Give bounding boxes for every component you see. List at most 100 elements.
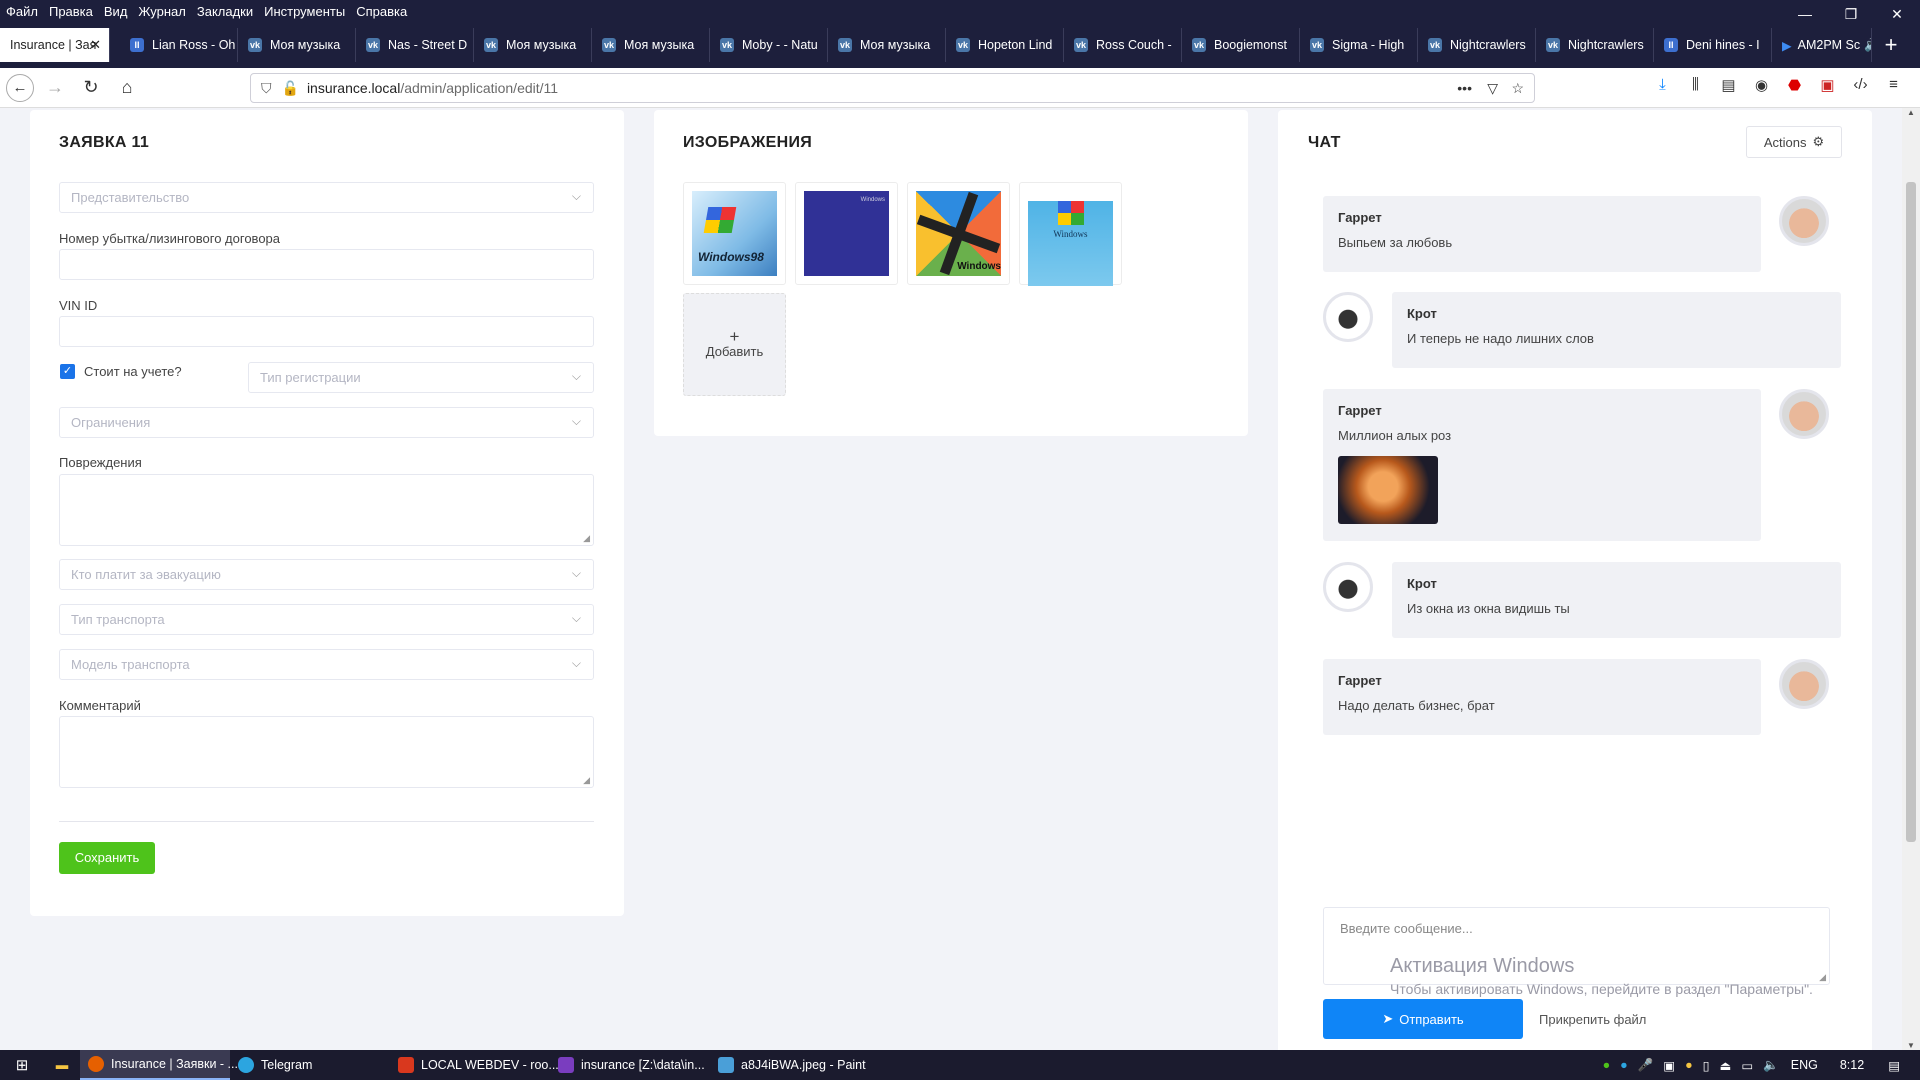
new-tab-icon[interactable]: + (1872, 28, 1910, 62)
taskbar-item[interactable]: Insurance | Заявки - ... (80, 1050, 238, 1080)
resize-grip-icon[interactable]: ◢ (1819, 972, 1826, 983)
tray-mic-icon[interactable]: 🎤 (1638, 1058, 1654, 1073)
start-icon[interactable]: ⊞ (0, 1050, 44, 1080)
representation-select[interactable]: Представительство ⌵ (59, 182, 594, 213)
pause-icon: II (1664, 38, 1678, 52)
close-tab-icon[interactable]: ✕ (90, 37, 101, 53)
contract-input[interactable] (59, 249, 594, 280)
menu-help[interactable]: Справка (356, 4, 407, 19)
usb-icon[interactable]: ⏏ (1720, 1058, 1732, 1073)
tray-telegram-icon[interactable]: ● (1620, 1058, 1628, 1072)
clock[interactable]: 8:12 (1840, 1058, 1864, 1072)
tray-check-icon[interactable]: ● (1603, 1058, 1611, 1072)
browser-tab[interactable]: vk Моя музыка (238, 28, 356, 62)
scroll-thumb[interactable] (1906, 182, 1916, 842)
thumb-caption: Windows98 (698, 250, 764, 264)
browser-tab[interactable]: vk Sigma - High (1300, 28, 1418, 62)
tray-app-icon[interactable]: ● (1685, 1058, 1693, 1072)
image-thumb[interactable]: Windows (1019, 182, 1122, 286)
adblock-icon[interactable]: ⬣ (1778, 76, 1811, 94)
windows31-image: Windows (1028, 201, 1113, 286)
account-icon[interactable]: ◉ (1745, 76, 1778, 94)
browser-tab[interactable]: vk Moby - - Natu (710, 28, 828, 62)
home-icon[interactable]: ⌂ (112, 73, 142, 103)
send-button[interactable]: ➤ Отправить (1323, 999, 1523, 1039)
browser-tab[interactable]: II Deni hines - I (1654, 28, 1772, 62)
browser-tab[interactable]: vk Nightcrawlers (1536, 28, 1654, 62)
restrictions-select[interactable]: Ограничения ⌵ (59, 407, 594, 438)
transport-model-select[interactable]: Модель транспорта ⌵ (59, 649, 594, 680)
file-explorer-icon[interactable]: ▬ (44, 1050, 80, 1080)
tab-label: Hopeton Lind (978, 38, 1053, 52)
browser-tab[interactable]: vk Ross Couch - (1064, 28, 1182, 62)
menu-file[interactable]: Файл (6, 4, 38, 19)
actions-button[interactable]: Actions ⚙ (1746, 126, 1842, 158)
page-scrollbar[interactable]: ▲ ▼ (1902, 108, 1920, 1050)
message-author: Гаррет (1338, 673, 1382, 688)
browser-tab[interactable]: vk Boogiemonst (1182, 28, 1300, 62)
browser-tab[interactable]: vk Hopeton Lind (946, 28, 1064, 62)
chat-card: ЧАТ Actions ⚙ Гаррет Выпьем за любовь Кро… (1278, 110, 1872, 1050)
taskbar-item[interactable]: Telegram (230, 1050, 390, 1080)
menu-bookmarks[interactable]: Закладки (197, 4, 253, 19)
browser-tab[interactable]: vk Моя музыка (474, 28, 592, 62)
evacuation-select[interactable]: Кто платит за эвакуацию ⌵ (59, 559, 594, 590)
tray-app-icon[interactable]: ▣ (1663, 1058, 1675, 1073)
url-bar[interactable]: ⛉ 🔓 insurance.local/admin/application/ed… (250, 73, 1535, 103)
registered-checkbox[interactable]: ✓ (60, 364, 75, 379)
taskbar-item[interactable]: LOCAL WEBDEV - roo... (390, 1050, 559, 1080)
back-icon[interactable]: ← (6, 73, 34, 102)
reload-icon[interactable]: ↻ (76, 73, 106, 103)
forward-icon[interactable]: → (40, 73, 70, 103)
browser-tab[interactable]: vk Моя музыка (828, 28, 946, 62)
scroll-down-icon[interactable]: ▼ (1902, 1041, 1920, 1050)
chat-title: ЧАТ (1308, 134, 1341, 151)
notifications-icon[interactable]: ▤ (1888, 1058, 1900, 1073)
scroll-up-icon[interactable]: ▲ (1902, 108, 1920, 117)
toolbar-icons: ⤓ ⫼ ▤ ◉ ⬣ ▣ ‹/› ≡ (1646, 76, 1910, 94)
language-indicator[interactable]: ENG (1791, 1058, 1818, 1072)
insecure-lock-icon[interactable]: 🔓 (282, 80, 299, 97)
bookmark-star-icon[interactable]: ☆ (1511, 80, 1524, 97)
browser-tab[interactable]: vk Моя музыка (592, 28, 710, 62)
devtools-icon[interactable]: ‹/› (1844, 76, 1877, 94)
extension-icon[interactable]: ▣ (1811, 76, 1844, 94)
resize-grip-icon[interactable]: ◢ (583, 533, 590, 544)
browser-tab[interactable]: vk Nightcrawlers (1418, 28, 1536, 62)
more-actions-icon[interactable]: ••• (1457, 80, 1472, 96)
taskbar-item[interactable]: insurance [Z:\data\in... (550, 1050, 710, 1080)
network-icon[interactable]: ▭ (1741, 1058, 1753, 1073)
browser-tab[interactable]: vk Nas - Street D (356, 28, 474, 62)
damage-textarea[interactable]: ◢ (59, 474, 594, 546)
speaker-icon[interactable]: 🔊 (1864, 38, 1871, 53)
hamburger-menu-icon[interactable]: ≡ (1877, 76, 1910, 94)
save-button[interactable]: Сохранить (59, 842, 155, 874)
menu-edit[interactable]: Правка (49, 4, 93, 19)
registration-type-select[interactable]: Тип регистрации ⌵ (248, 362, 594, 393)
comment-textarea[interactable]: ◢ (59, 716, 594, 788)
image-thumb[interactable]: Windows (907, 182, 1010, 285)
browser-tab[interactable]: II Lian Ross - Oh (120, 28, 238, 62)
library-icon[interactable]: ⫼ (1679, 76, 1712, 94)
resize-grip-icon[interactable]: ◢ (583, 775, 590, 786)
message-image[interactable] (1338, 456, 1438, 524)
attach-file-link[interactable]: Прикрепить файл (1539, 1012, 1646, 1027)
vin-input[interactable] (59, 316, 594, 347)
menu-history[interactable]: Журнал (138, 4, 185, 19)
pocket-icon[interactable]: ▽ (1487, 80, 1498, 97)
tray-app-icon[interactable]: ▯ (1703, 1058, 1710, 1073)
firefox-icon (88, 1056, 104, 1072)
sidebar-icon[interactable]: ▤ (1712, 76, 1745, 94)
add-image-button[interactable]: + Добавить (683, 293, 786, 396)
menu-tools[interactable]: Инструменты (264, 4, 345, 19)
taskbar-item[interactable]: a8J4iBWA.jpeg - Paint (710, 1050, 870, 1080)
shield-icon[interactable]: ⛉ (261, 80, 272, 97)
download-icon[interactable]: ⤓ (1646, 76, 1679, 94)
transport-type-select[interactable]: Тип транспорта ⌵ (59, 604, 594, 635)
menu-view[interactable]: Вид (104, 4, 128, 19)
image-thumb[interactable]: Windows (795, 182, 898, 285)
volume-icon[interactable]: 🔈 (1763, 1058, 1779, 1073)
image-thumb[interactable]: Windows98 (683, 182, 786, 285)
browser-tab[interactable]: ▶ AM2PM Sc🔊 (1772, 28, 1872, 62)
tab-insurance[interactable]: Insurance | Зая ✕ (0, 28, 110, 62)
